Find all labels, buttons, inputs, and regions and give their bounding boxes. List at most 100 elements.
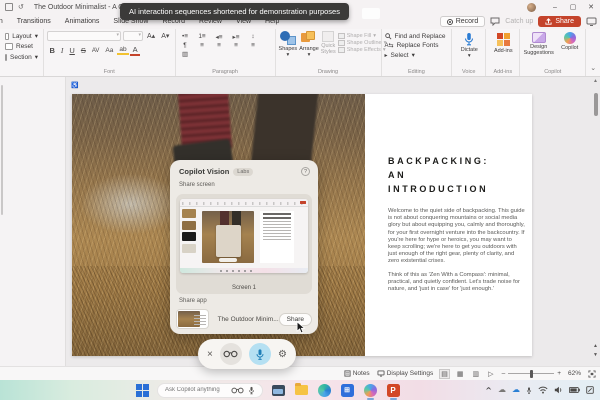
zoom-in-button[interactable]: + [557,370,561,377]
file-explorer-icon[interactable] [294,383,308,397]
decrease-indent-button[interactable]: ◂≡ [213,33,226,41]
record-button[interactable]: Record [440,16,486,27]
design-suggestions-button[interactable]: Design Suggestions [523,31,554,67]
highlight-color-button[interactable]: ab [117,46,129,55]
cloud-sync-icon[interactable]: ☁ [512,386,520,394]
font-size-combo[interactable] [123,31,143,41]
columns-button[interactable]: ▥ [179,50,192,58]
search-mic-icon[interactable] [248,386,255,395]
wifi-icon[interactable] [538,386,548,394]
shapes-button[interactable]: Shapes▾ [279,31,298,67]
arrange-button[interactable]: Arrange▾ [299,31,319,67]
line-spacing-button[interactable]: ↕ [247,33,260,41]
align-left-button[interactable]: ≡ [196,42,209,49]
find-replace-button[interactable]: Find and Replace [385,33,449,40]
slide-text-block[interactable]: BACKPACKING: AN INTRODUCTION Welcome to … [388,154,526,293]
vision-settings-button[interactable]: ⚙ [278,349,287,360]
undo-icon[interactable]: ↺ [18,3,24,11]
normal-view-button[interactable]: ▤ [440,370,449,378]
share-button[interactable]: Share [538,16,581,27]
display-settings-button[interactable]: Display Settings [377,370,434,377]
tray-overflow-chevron-icon[interactable]: ^ [485,387,492,395]
bold-button[interactable]: B [47,46,57,55]
fit-slide-icon[interactable] [588,370,596,378]
align-right-button[interactable]: ≡ [230,42,243,49]
underline-button[interactable]: U [67,46,77,55]
onedrive-icon[interactable]: ☁ [498,386,506,394]
close-button[interactable]: ✕ [582,0,600,14]
close-vision-button[interactable]: × [207,349,213,360]
collapse-ribbon-chevron-icon[interactable]: ⌄ [586,29,600,76]
slide-sorter-view-button[interactable]: ▦ [456,370,465,378]
autosave-icon[interactable] [5,3,13,11]
justify-button[interactable]: ≡ [247,42,260,49]
slide-thumbnail-panel[interactable] [0,77,66,366]
grow-font-button[interactable]: A▴ [145,31,157,41]
tab-design[interactable]: Design [0,16,10,27]
copilot-button[interactable]: Copilot [557,31,582,67]
battery-icon[interactable] [569,387,580,393]
dictate-button[interactable]: Dictate▾ [455,31,483,59]
select-button[interactable]: ▸ Select ▾ [385,51,449,59]
vision-glasses-button[interactable] [220,343,242,365]
zoom-out-button[interactable]: – [502,370,506,377]
italic-button[interactable]: I [58,46,66,55]
section-button[interactable]: Section▾ [3,52,40,62]
minimize-button[interactable]: – [546,0,564,14]
store-icon[interactable]: ⊞ [340,383,354,397]
app-thumbnail[interactable] [176,309,209,329]
reading-view-button[interactable]: ▥ [472,370,481,378]
slideshow-button[interactable]: ▷ [487,370,494,378]
tab-animations[interactable]: Animations [58,16,107,27]
layout-button[interactable]: Layout▾ [3,31,40,41]
text-direction-button[interactable]: ¶ [179,42,192,49]
scrollbar-thumb[interactable] [594,93,598,116]
zoom-slider-thumb[interactable] [530,370,533,378]
shape-effects-button: Shape Effects ▾ [338,47,387,53]
numbering-button[interactable]: 1≡ [196,33,209,41]
addins-button[interactable]: Add-ins [489,31,517,54]
next-slide-button[interactable]: ▼ [592,352,599,358]
present-icon[interactable] [586,17,597,26]
font-color-button[interactable]: A [130,45,140,56]
strikethrough-button[interactable]: S [78,46,88,55]
accessibility-icon[interactable]: ♿ [70,80,80,90]
vision-mic-button[interactable] [249,343,271,365]
screen-share-card[interactable]: Screen 1 [176,194,312,294]
font-name-combo[interactable] [47,31,121,41]
scroll-up-arrow-icon[interactable]: ▲ [593,78,598,84]
account-avatar[interactable] [527,3,536,12]
powerpoint-app-icon[interactable]: P [386,383,400,397]
design-suggestions-icon [532,32,546,43]
comment-icon[interactable] [490,17,500,26]
vertical-scrollbar[interactable]: ▲ ▲ ▼ [592,77,599,366]
previous-slide-button[interactable]: ▲ [592,343,599,349]
thumbnail-scrollbar[interactable] [1,85,3,215]
character-spacing-button[interactable]: AV [89,48,102,54]
align-center-button[interactable]: ≡ [213,42,226,49]
search-input[interactable] [165,387,227,393]
edge-icon[interactable] [317,383,331,397]
catch-up-button[interactable]: Catch up [505,18,533,25]
volume-icon[interactable] [554,386,563,394]
reset-button[interactable]: Reset [3,42,40,51]
change-case-button[interactable]: Aa [103,47,116,54]
shrink-font-button[interactable]: A▾ [159,31,171,41]
zoom-slider[interactable] [508,373,554,374]
increase-indent-button[interactable]: ▸≡ [230,33,243,41]
screen-share-thumbnail[interactable] [180,199,308,273]
tray-mic-icon[interactable] [526,386,532,395]
zoom-percent[interactable]: 62% [568,370,581,377]
tab-transitions[interactable]: Transitions [10,16,58,27]
search-icon [385,33,392,40]
touch-keyboard-icon[interactable] [586,386,594,394]
copilot-app-icon[interactable] [363,383,377,397]
replace-fonts-button[interactable]: A⇆ Replace Fonts [385,42,449,49]
help-button[interactable]: ? [301,167,310,176]
bullets-button[interactable]: •≡ [179,33,192,41]
notes-button[interactable]: Notes [344,370,370,377]
restore-button[interactable]: ▢ [564,0,582,14]
taskbar-search[interactable] [157,383,263,398]
windows-start-button[interactable] [136,384,149,397]
task-view-icon[interactable] [271,383,285,397]
